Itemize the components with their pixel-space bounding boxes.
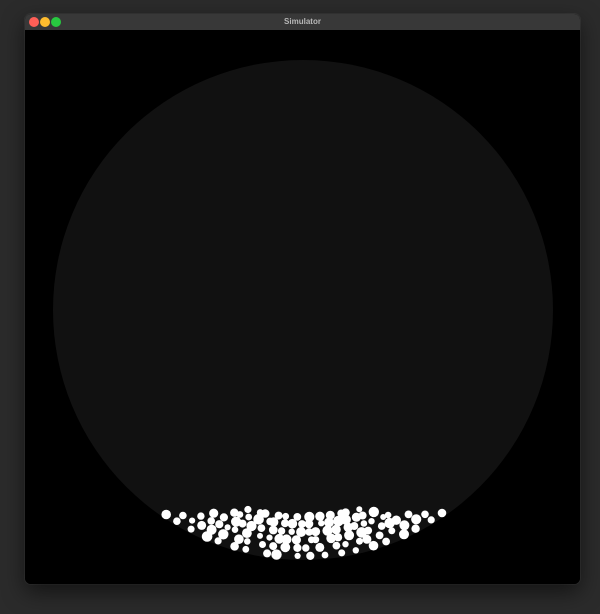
particle [269,542,278,551]
particle [368,506,379,518]
simulator-window: Simulator [25,14,580,584]
particle [321,551,329,559]
particle [293,513,302,521]
particle [189,517,196,524]
particle [352,547,359,554]
particle [257,532,263,539]
particle [338,549,346,557]
particle [218,529,229,540]
particle [197,512,205,520]
particle [277,527,286,535]
particle [281,519,289,528]
particle [404,510,413,519]
window-title: Simulator [284,17,321,26]
particle [360,520,368,527]
particle [368,518,375,525]
simulation-view [25,30,580,584]
particle [257,524,266,532]
particle [224,524,231,531]
particle [259,541,266,548]
particle [399,529,409,540]
particle [380,514,387,520]
particle [231,526,239,533]
particle [245,513,253,521]
particle [356,527,367,538]
particle [356,537,363,545]
particle [294,552,301,560]
particle [282,512,290,520]
particle [305,528,314,536]
particle [296,527,307,537]
particle [437,508,447,518]
particle [356,506,363,513]
particle [230,508,239,517]
particle [388,527,396,535]
particle [256,509,264,516]
particle [421,510,429,519]
particle [242,545,250,553]
particle [231,516,242,527]
particle [382,537,390,546]
particle [179,511,187,520]
particle [209,508,219,518]
particle [234,534,244,544]
particle [315,542,325,552]
particle [318,520,325,527]
particle [271,549,282,560]
particle [315,511,325,521]
particle [325,510,335,520]
particle [342,541,349,548]
particle [274,533,285,544]
particle [219,513,228,522]
particle [304,511,315,522]
simulation-canvas [53,60,553,561]
particle [288,528,295,535]
particle [308,536,315,544]
particle [375,531,384,540]
particle [274,511,283,520]
arena-circle [53,60,553,560]
particle [206,524,217,535]
particle [411,524,420,533]
particle [215,520,224,529]
particle [187,525,195,533]
particle [384,517,395,529]
particle [302,544,310,552]
particle [197,520,207,530]
particle [411,514,422,525]
particle [266,517,274,526]
particle [337,509,346,518]
particle [266,534,273,541]
particle [268,525,278,535]
particle [377,522,386,530]
particle [173,517,181,525]
particle [333,515,344,527]
particle [332,541,341,550]
particle [293,543,302,553]
particle [298,520,306,528]
particle [263,549,272,558]
particle [244,538,251,545]
particle [207,517,215,525]
particle [161,509,171,520]
particle [244,505,252,514]
particle [306,551,315,561]
particle [427,516,435,524]
particle [351,512,361,522]
particle [399,520,410,531]
title-bar[interactable]: Simulator [25,14,580,31]
